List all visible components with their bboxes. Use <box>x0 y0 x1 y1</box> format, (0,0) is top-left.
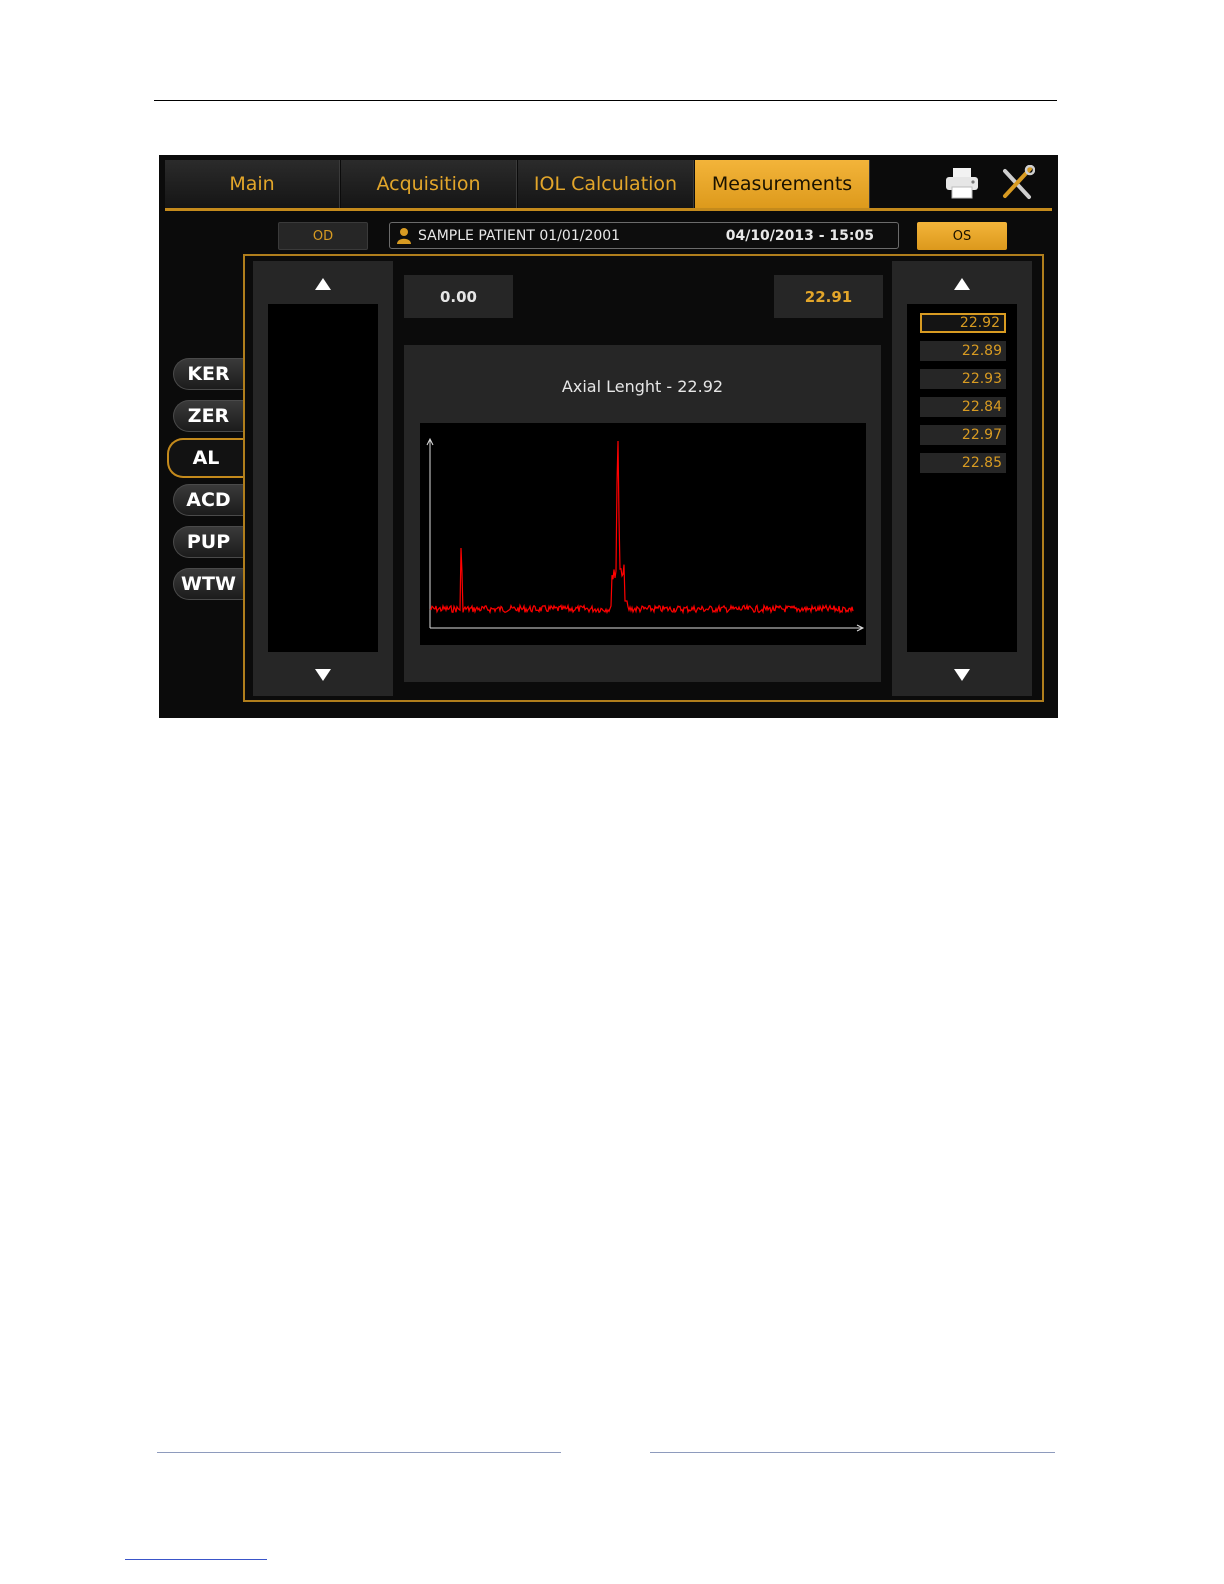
right-value-box: 22.91 <box>774 275 883 318</box>
reading-item[interactable]: 22.92 <box>920 313 1006 333</box>
patient-datetime: 04/10/2013 - 15:05 <box>725 227 874 244</box>
tab-measurements[interactable]: Measurements <box>695 160 870 208</box>
tab-acquisition[interactable]: Acquisition <box>341 160 517 208</box>
printer-icon[interactable] <box>942 163 982 203</box>
od-button[interactable]: OD <box>278 222 368 250</box>
reading-item[interactable]: 22.97 <box>920 425 1006 445</box>
tab-iol-calculation[interactable]: IOL Calculation <box>518 160 694 208</box>
header-rule <box>154 100 1057 101</box>
graph-panel: Axial Lenght - 22.92 <box>404 345 881 682</box>
graph-title: Axial Lenght - 22.92 <box>561 377 724 396</box>
tab-underline <box>165 208 1052 211</box>
os-button[interactable]: OS <box>917 222 1007 250</box>
left-value-box: 0.00 <box>404 275 513 318</box>
left-scroll-up-icon[interactable] <box>315 278 331 290</box>
left-scroll-down-icon[interactable] <box>315 669 331 681</box>
side-tab-wtw[interactable]: WTW <box>173 568 243 600</box>
side-tab-pup[interactable]: PUP <box>173 526 243 558</box>
patient-bar: SAMPLE PATIENT 01/01/2001 04/10/2013 - 1… <box>389 222 899 249</box>
patient-name: SAMPLE PATIENT 01/01/2001 <box>418 227 621 244</box>
reading-item[interactable]: 22.89 <box>920 341 1006 361</box>
side-tab-zer[interactable]: ZER <box>173 400 243 432</box>
patient-icon <box>397 227 411 244</box>
footer-rule-right <box>650 1452 1055 1453</box>
right-scroll-up-icon[interactable] <box>954 278 970 290</box>
tab-main[interactable]: Main <box>165 160 340 208</box>
side-tab-al[interactable]: AL <box>167 438 243 478</box>
a-scan-signal-line <box>429 440 854 615</box>
reading-item[interactable]: 22.84 <box>920 397 1006 417</box>
app-screen: Main Acquisition IOL Calculation Measure… <box>159 155 1058 718</box>
right-scroll-down-icon[interactable] <box>954 669 970 681</box>
reading-item[interactable]: 22.93 <box>920 369 1006 389</box>
tools-icon[interactable] <box>997 163 1037 203</box>
side-tab-acd[interactable]: ACD <box>173 484 243 516</box>
reading-item[interactable]: 22.85 <box>920 453 1006 473</box>
side-tab-ker[interactable]: KER <box>173 358 243 390</box>
footer-rule-left <box>157 1452 561 1453</box>
left-list-panel <box>253 261 393 696</box>
left-list[interactable] <box>268 304 378 652</box>
footer-link-underline <box>125 1559 267 1560</box>
a-scan-graph <box>420 423 866 645</box>
